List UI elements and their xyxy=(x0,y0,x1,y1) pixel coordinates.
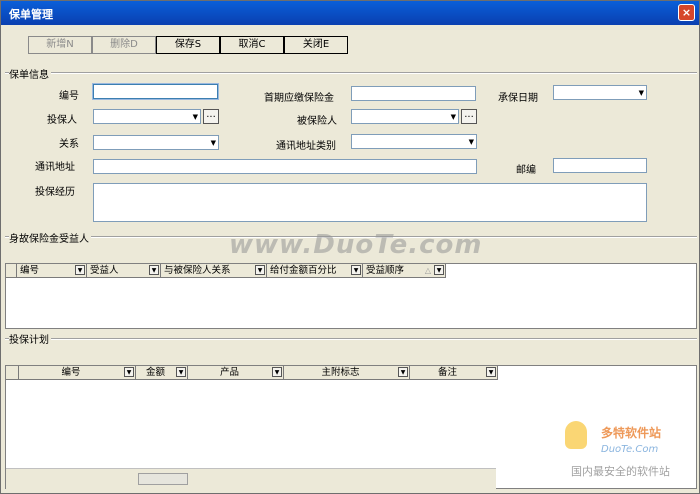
underwrite-date-picker[interactable]: ▼ xyxy=(553,85,647,100)
row-indicator-header xyxy=(6,366,19,380)
first-premium-input[interactable] xyxy=(351,86,476,101)
column-header-label: 给付金额百分比 xyxy=(270,265,337,276)
delete-button[interactable]: 删除D xyxy=(92,36,156,54)
insured-label: 被保险人 xyxy=(297,116,337,127)
insured-browse-button[interactable]: ... xyxy=(461,109,477,124)
chevron-down-icon: ▼ xyxy=(638,89,644,97)
dropdown-arrow-icon[interactable]: ▼ xyxy=(124,367,134,377)
dropdown-arrow-icon[interactable]: ▼ xyxy=(486,367,496,377)
dropdown-arrow-icon[interactable]: ▼ xyxy=(398,367,408,377)
column-header[interactable]: 产品 ▼ xyxy=(188,366,284,380)
address-input[interactable] xyxy=(93,159,477,174)
column-header[interactable]: 受益人 ▼ xyxy=(87,264,161,278)
underwrite-date-label: 承保日期 xyxy=(498,93,538,104)
policy-management-window: 保单管理 × 新增N 删除D 保存S 取消C 关闭E 保单信息 编号 首期应缴保… xyxy=(0,0,700,494)
policyholder-label: 投保人 xyxy=(47,115,77,126)
cancel-button[interactable]: 取消C xyxy=(220,36,284,54)
column-header-label: 备注 xyxy=(437,367,457,378)
policy-info-divider xyxy=(5,72,697,74)
watermark-brand-url: DuoTe.Com xyxy=(601,444,659,455)
dropdown-arrow-icon[interactable]: ▼ xyxy=(75,265,85,275)
column-header-label: 主附标志 xyxy=(321,367,360,378)
chevron-down-icon: ▼ xyxy=(468,138,474,146)
dropdown-arrow-icon[interactable]: ▼ xyxy=(272,367,282,377)
new-button[interactable]: 新增N xyxy=(28,36,92,54)
dropdown-arrow-icon[interactable]: ▼ xyxy=(176,367,186,377)
close-window-button[interactable]: × xyxy=(678,4,695,21)
first-premium-label: 首期应缴保险金 xyxy=(264,93,334,104)
mascot-logo-icon xyxy=(565,421,587,449)
column-header[interactable]: 备注 ▼ xyxy=(410,366,498,380)
watermark-brand: 多特软件站 xyxy=(601,426,662,440)
insured-select[interactable]: ▼ xyxy=(351,109,459,124)
dropdown-arrow-icon[interactable]: ▼ xyxy=(351,265,361,275)
column-header[interactable]: 编号 ▼ xyxy=(19,366,136,380)
column-header[interactable]: 与被保险人关系 ▼ xyxy=(161,264,267,278)
column-header[interactable]: 金额 ▼ xyxy=(136,366,188,380)
number-label: 编号 xyxy=(59,91,79,102)
dropdown-arrow-icon[interactable]: ▼ xyxy=(149,265,159,275)
address-label: 通讯地址 xyxy=(35,162,75,173)
plan-divider xyxy=(5,338,697,340)
relation-select[interactable]: ▼ xyxy=(93,135,219,150)
history-label: 投保经历 xyxy=(35,187,75,198)
chevron-down-icon: ▼ xyxy=(450,113,456,121)
zip-input[interactable] xyxy=(553,158,647,173)
relation-label: 关系 xyxy=(59,139,79,150)
chevron-down-icon: ▼ xyxy=(192,113,198,121)
column-header-label: 编号 xyxy=(61,367,81,378)
column-header[interactable]: 受益顺序 △ ▼ xyxy=(363,264,446,278)
column-header[interactable]: 给付金额百分比 ▼ xyxy=(267,264,363,278)
window-title: 保单管理 xyxy=(9,8,53,21)
column-header-label: 编号 xyxy=(20,265,40,276)
column-header-label: 产品 xyxy=(219,367,239,378)
policy-info-group-title: 保单信息 xyxy=(9,66,51,81)
plan-group-title: 投保计划 xyxy=(9,331,51,346)
column-header-label: 受益人 xyxy=(90,265,119,276)
policyholder-select[interactable]: ▼ xyxy=(93,109,201,124)
beneficiary-grid[interactable]: 编号 ▼ 受益人 ▼ 与被保险人关系 ▼ 给付金额百分比 ▼ 受益顺序 △ ▼ xyxy=(5,263,697,329)
chevron-down-icon: ▼ xyxy=(210,139,216,147)
column-header-label: 受益顺序 xyxy=(366,265,405,276)
column-header[interactable]: 编号 ▼ xyxy=(17,264,87,278)
scrollbar-thumb[interactable] xyxy=(138,473,188,485)
title-bar: 保单管理 × xyxy=(1,1,699,25)
watermark-text: www.DuoTe.com xyxy=(229,230,483,260)
dropdown-arrow-icon[interactable]: ▼ xyxy=(255,265,265,275)
column-header[interactable]: 主附标志 ▼ xyxy=(284,366,410,380)
number-input[interactable] xyxy=(93,84,218,99)
sort-icon: △ xyxy=(424,266,431,275)
column-header-label: 与被保险人关系 xyxy=(164,265,231,276)
history-textarea[interactable] xyxy=(93,183,647,222)
dropdown-arrow-icon[interactable]: ▼ xyxy=(434,265,444,275)
policyholder-browse-button[interactable]: ... xyxy=(203,109,219,124)
close-button[interactable]: 关闭E xyxy=(284,36,348,54)
row-indicator-header xyxy=(6,264,17,278)
address-type-select[interactable]: ▼ xyxy=(351,134,477,149)
beneficiary-group-title: 身故保险金受益人 xyxy=(9,230,91,245)
horizontal-scrollbar[interactable] xyxy=(6,468,496,489)
watermark-slogan: 国内最安全的软件站 xyxy=(571,465,670,478)
address-type-label: 通讯地址类别 xyxy=(276,141,336,152)
save-button[interactable]: 保存S xyxy=(156,36,220,54)
column-header-label: 金额 xyxy=(145,367,165,378)
zip-label: 邮编 xyxy=(516,165,536,176)
